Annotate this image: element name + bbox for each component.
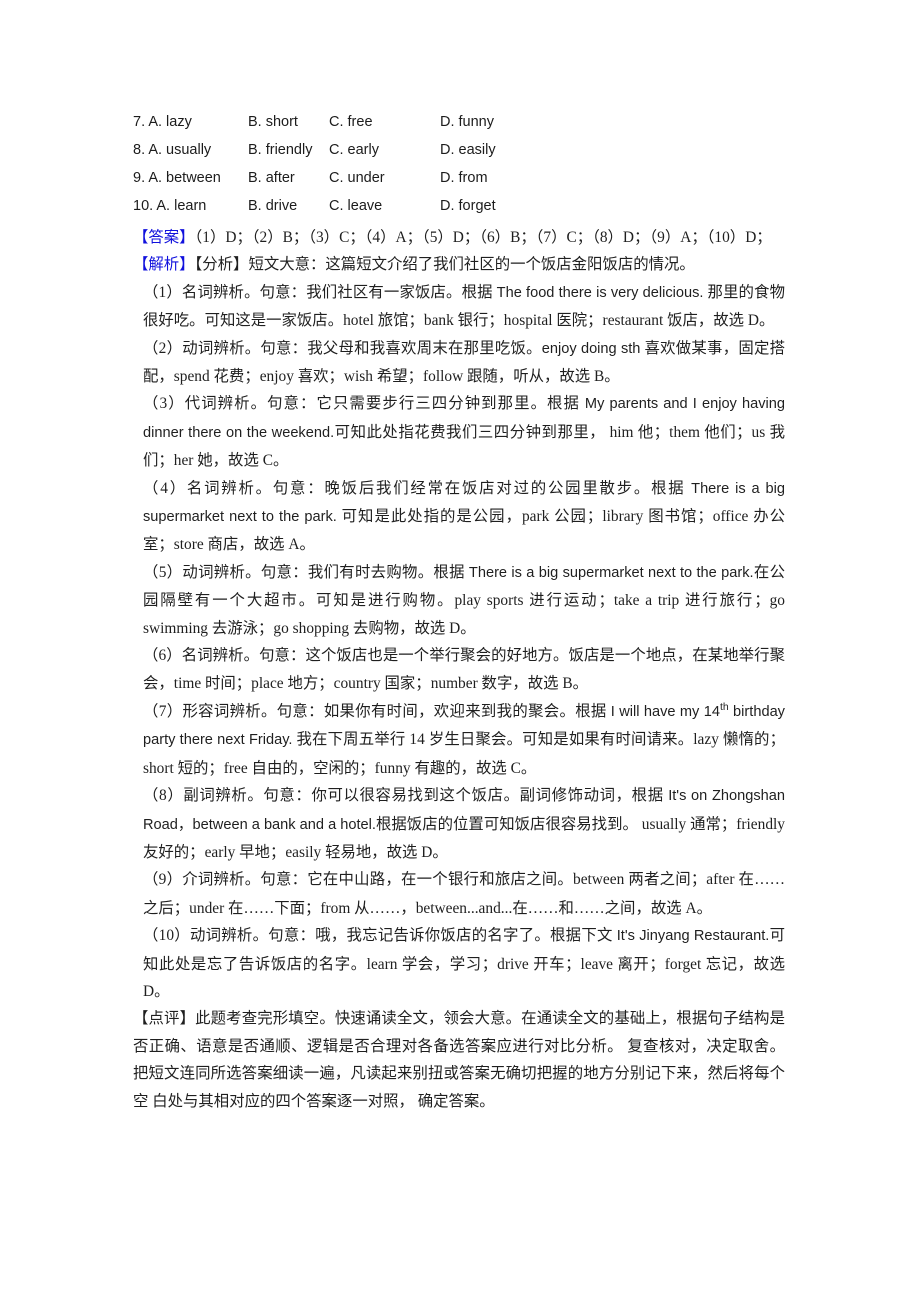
choice-option-b: B. after — [248, 170, 295, 186]
item-text-before: 名词辨析。句意：我们社区有一家饭店。根据 — [181, 283, 497, 301]
choice-option-c: C. free — [329, 114, 373, 130]
answer-text: （1）D；（2）B；（3）C；（4）A；（5）D；（6）B；（7）C；（8）D；… — [194, 229, 772, 246]
item-text-before: 代词辨析。句意：它只需要步行三四分钟到那里。根据 — [184, 395, 585, 413]
choice-option-d: D. from — [440, 170, 488, 186]
analysis-item-3: （3）代词辨析。句意：它只需要步行三四分钟到那里。根据 My parents a… — [133, 390, 785, 474]
comment-paragraph: 【点评】此题考查完形填空。快速诵读全文，领会大意。在通读全文的基础上，根据句子结… — [133, 1005, 785, 1115]
item-text-before: 动词辨析。句意：我们有时去购物。根据 — [182, 563, 469, 581]
choice-option-a: 9. A. between — [133, 170, 221, 186]
document-content: 7. A. lazy B. short C. free D. funny 8. … — [133, 108, 785, 1115]
analysis-item-9: （9）介词辨析。句意：它在中山路，在一个银行和旅店之间。between 两者之间… — [133, 866, 785, 922]
choice-row-8: 8. A. usually B. friendly C. early D. ea… — [133, 136, 785, 164]
item-text-before: 副词辨析。句意：你可以很容易找到这个饭店。副词修饰动词，根据 — [183, 787, 669, 805]
comment-text: 此题考查完形填空。快速诵读全文，领会大意。在通读全文的基础上，根据句子结构是否正… — [133, 1010, 785, 1110]
item-number: （8） — [143, 787, 184, 805]
choice-option-b: B. friendly — [248, 142, 313, 158]
ordinal-suffix: th — [719, 701, 729, 713]
choice-row-7: 7. A. lazy B. short C. free D. funny — [133, 108, 785, 136]
item-text-before: 动词辨析。句意：哦，我忘记告诉你饭店的名字了。根据下文 — [189, 927, 617, 945]
item-number: （2） — [143, 339, 183, 357]
analysis-summary: 短文大意：这篇短文介绍了我们社区的一个饭店金阳饭店的情况。 — [248, 256, 695, 274]
item-number: （1） — [143, 283, 182, 301]
choice-option-a: 7. A. lazy — [133, 114, 192, 130]
item-text-before: 名词辨析。句意：晚饭后我们经常在饭店对过的公园里散步。根据 — [186, 479, 692, 497]
choice-option-b: B. short — [248, 114, 298, 130]
analysis-item-6: （6）名词辨析。句意：这个饭店也是一个举行聚会的好地方。饭店是一个地点，在某地举… — [133, 642, 785, 698]
document-page: 7. A. lazy B. short C. free D. funny 8. … — [0, 0, 920, 1302]
analysis-marker: 【解析】 — [133, 256, 195, 274]
item-text-before: 动词辨析。句意：我父母和我喜欢周末在那里吃饭。 — [182, 339, 542, 357]
analysis-item-5: （5）动词辨析。句意：我们有时去购物。根据 There is a big sup… — [133, 559, 785, 642]
choice-option-a: 10. A. learn — [133, 198, 207, 214]
item-quote: The food there is very delicious. — [496, 284, 704, 301]
analysis-header-paragraph: 【解析】【分析】短文大意：这篇短文介绍了我们社区的一个饭店金阳饭店的情况。 — [133, 251, 785, 278]
item-number: （3） — [143, 395, 185, 413]
choice-option-b: B. drive — [248, 198, 298, 214]
analysis-sub-marker: 【分析】 — [194, 256, 249, 274]
item-number: （6） — [143, 647, 182, 665]
item-quote: It's Jinyang Restaurant. — [616, 928, 770, 945]
analysis-item-2: （2）动词辨析。句意：我父母和我喜欢周末在那里吃饭。enjoy doing st… — [133, 335, 785, 391]
item-quote: enjoy doing sth — [541, 340, 641, 357]
choice-option-d: D. funny — [440, 114, 494, 130]
item-number: （7） — [143, 702, 183, 720]
item-text-after: time 时间；place 地方；country 国家；number 数字，故选… — [173, 674, 589, 692]
choice-option-d: D. forget — [440, 198, 496, 214]
choice-option-d: D. easily — [440, 142, 496, 158]
analysis-item-10: （10）动词辨析。句意：哦，我忘记告诉你饭店的名字了。根据下文 It's Jin… — [133, 922, 785, 1005]
choice-option-c: C. leave — [329, 198, 383, 214]
item-number: （4） — [143, 479, 187, 497]
item-text-before: 介词辨析。句意：它在中山路，在一个银行和旅店之间。 — [182, 871, 573, 889]
analysis-item-8: （8）副词辨析。句意：你可以很容易找到这个饭店。副词修饰动词，根据 It's o… — [133, 782, 785, 866]
item-number: （10） — [143, 927, 190, 945]
item-number: （9） — [143, 871, 183, 889]
choice-row-10: 10. A. learn B. drive C. leave D. forget — [133, 192, 785, 220]
answer-marker: 【答案】 — [133, 229, 195, 246]
choice-option-c: C. early — [329, 142, 379, 158]
analysis-item-4: （4）名词辨析。句意：晚饭后我们经常在饭店对过的公园里散步。根据 There i… — [133, 475, 785, 559]
item-text-before: 形容词辨析。句意：如果你有时间，欢迎来到我的聚会。根据 — [182, 702, 611, 720]
choice-row-9: 9. A. between B. after C. under D. from — [133, 164, 785, 192]
item-number: （5） — [143, 563, 183, 581]
choice-option-c: C. under — [329, 170, 385, 186]
analysis-item-1: （1）名词辨析。句意：我们社区有一家饭店。根据 The food there i… — [133, 279, 785, 335]
choice-option-a: 8. A. usually — [133, 142, 212, 158]
analysis-item-7: （7）形容词辨析。句意：如果你有时间，欢迎来到我的聚会。根据 I will ha… — [133, 698, 785, 782]
item-quote-pre: I will have my 14 — [610, 703, 720, 720]
comment-marker: 【点评】 — [133, 1010, 196, 1028]
answer-paragraph: 【答案】（1）D；（2）B；（3）C；（4）A；（5）D；（6）B；（7）C；（… — [133, 224, 785, 251]
item-quote: There is a big supermarket next to the p… — [468, 564, 754, 581]
multiple-choice-list: 7. A. lazy B. short C. free D. funny 8. … — [133, 108, 785, 220]
